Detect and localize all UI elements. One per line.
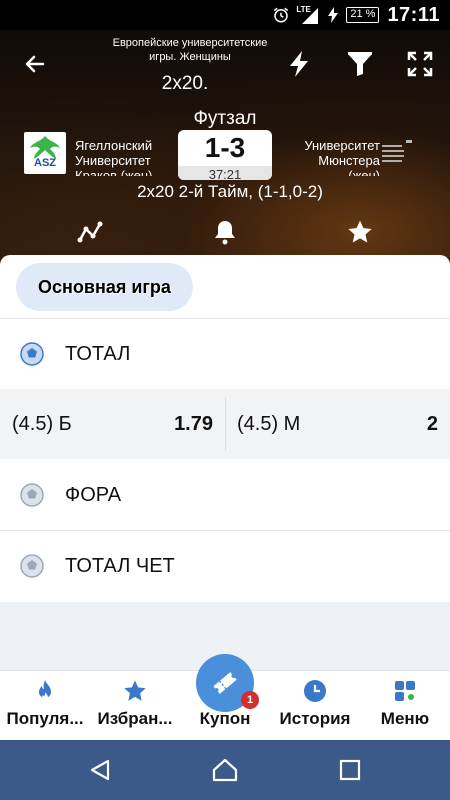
star-icon bbox=[124, 680, 146, 701]
match-header: Европейские университетские игры. Женщин… bbox=[0, 30, 450, 265]
expand-icon bbox=[407, 51, 433, 77]
charging-icon bbox=[328, 7, 339, 23]
triangle-back-icon bbox=[90, 759, 110, 781]
away-team-name: Университет Мюнстера (жен) bbox=[270, 138, 380, 176]
market-title: ФОРА bbox=[65, 484, 122, 506]
nav-label: История bbox=[279, 709, 351, 728]
home-team-logo: ASZ bbox=[24, 132, 66, 174]
stats-icon bbox=[77, 221, 103, 243]
filter-button[interactable] bbox=[344, 48, 376, 80]
scoreboard: 1-3 37:21 bbox=[178, 130, 272, 180]
nav-label: Меню bbox=[380, 709, 430, 728]
signal-icon: LTE bbox=[296, 5, 320, 24]
stats-tab[interactable] bbox=[74, 216, 106, 248]
odd-over[interactable]: (4.5) Б 1.79 bbox=[0, 389, 225, 459]
coupon-count-badge: 1 bbox=[241, 691, 259, 709]
nav-label: Избран... bbox=[97, 709, 173, 728]
period-details: 2х20 2-й Тайм, (1-1,0-2) bbox=[137, 182, 323, 201]
status-right: LTE 21 % 17:11 bbox=[272, 0, 440, 30]
fullscreen-button[interactable] bbox=[404, 48, 436, 80]
alarm-icon bbox=[274, 7, 289, 23]
ticket-icon bbox=[213, 672, 237, 694]
back-arrow-icon bbox=[25, 55, 45, 73]
away-team-logo bbox=[380, 134, 416, 170]
home-team-line: Ягеллонский bbox=[75, 138, 153, 153]
nav-favorites[interactable]: Избран... bbox=[90, 671, 180, 741]
ball-icon bbox=[20, 554, 44, 578]
favorite-tab[interactable] bbox=[344, 216, 376, 248]
odd-under[interactable]: (4.5) М 2 bbox=[225, 389, 450, 459]
live-button[interactable] bbox=[283, 48, 315, 80]
lightning-icon bbox=[290, 51, 308, 77]
main-game-chip[interactable]: Основная игра bbox=[16, 263, 193, 311]
nav-label: Популя... bbox=[6, 709, 84, 728]
home-team-name: Ягеллонский Университет Краков (жен) bbox=[75, 138, 185, 176]
tournament-name: Европейские университетские игры. Женщин… bbox=[90, 36, 290, 64]
nav-menu[interactable]: Меню bbox=[360, 671, 450, 741]
bottom-nav: Популя... Избран... Купон 1 История Меню bbox=[0, 654, 450, 741]
system-back-button[interactable] bbox=[85, 755, 115, 785]
status-bar: LTE 21 % 17:11 bbox=[0, 0, 450, 30]
away-team-line: Университет bbox=[304, 138, 380, 153]
odd-label: (4.5) Б bbox=[12, 413, 72, 435]
flame-icon bbox=[39, 680, 51, 700]
star-icon bbox=[348, 220, 372, 243]
period-short: 2х20. bbox=[161, 73, 209, 94]
clock-icon bbox=[304, 680, 326, 702]
market-handicap[interactable]: ФОРА bbox=[0, 460, 450, 530]
sport-name: Футзал bbox=[193, 108, 257, 129]
status-time: 17:11 bbox=[387, 3, 440, 26]
menu-grid-icon bbox=[395, 681, 415, 701]
score: 1-3 bbox=[204, 132, 246, 163]
system-recents-button[interactable] bbox=[335, 755, 365, 785]
home-team-line: Краков (жен) bbox=[75, 168, 153, 176]
notifications-tab[interactable] bbox=[209, 216, 241, 248]
tournament-line: Европейские университетские bbox=[112, 37, 268, 49]
home-team-line: Университет bbox=[75, 153, 151, 168]
system-nav-bar bbox=[0, 740, 450, 800]
odd-value: 1.79 bbox=[174, 413, 213, 435]
market-title: ТОТАЛ ЧЕТ bbox=[65, 555, 175, 577]
odd-label: (4.5) М bbox=[237, 413, 301, 435]
nav-history[interactable]: История bbox=[270, 671, 360, 741]
battery-indicator: 21 % bbox=[346, 7, 380, 23]
market-total[interactable]: ТОТАЛ bbox=[0, 319, 450, 389]
home-icon bbox=[212, 758, 238, 782]
market-total-even[interactable]: ТОТАЛ ЧЕТ bbox=[0, 531, 450, 601]
odds-row: (4.5) Б 1.79 (4.5) М 2 bbox=[0, 389, 450, 459]
system-home-button[interactable] bbox=[210, 755, 240, 785]
odd-value: 2 bbox=[426, 413, 438, 435]
nav-label: Купон bbox=[199, 709, 251, 728]
filter-icon bbox=[348, 52, 372, 76]
markets-panel: Основная игра ТОТАЛ (4.5) Б 1.79 (4.5) М… bbox=[0, 255, 450, 670]
ball-icon bbox=[20, 483, 44, 507]
square-recents-icon bbox=[339, 759, 361, 781]
away-team-line: Мюнстера bbox=[318, 153, 380, 168]
tournament-line: игры. Женщины bbox=[149, 51, 231, 63]
market-title: ТОТАЛ bbox=[65, 343, 131, 365]
away-team-line: (жен) bbox=[348, 168, 380, 176]
match-clock: 37:21 bbox=[178, 166, 272, 180]
network-type: LTE bbox=[296, 5, 311, 14]
nav-popular[interactable]: Популя... bbox=[0, 671, 90, 741]
ball-icon bbox=[20, 342, 44, 366]
svg-text:ASZ: ASZ bbox=[34, 157, 56, 169]
back-button[interactable] bbox=[19, 48, 51, 80]
bell-icon bbox=[215, 221, 235, 245]
